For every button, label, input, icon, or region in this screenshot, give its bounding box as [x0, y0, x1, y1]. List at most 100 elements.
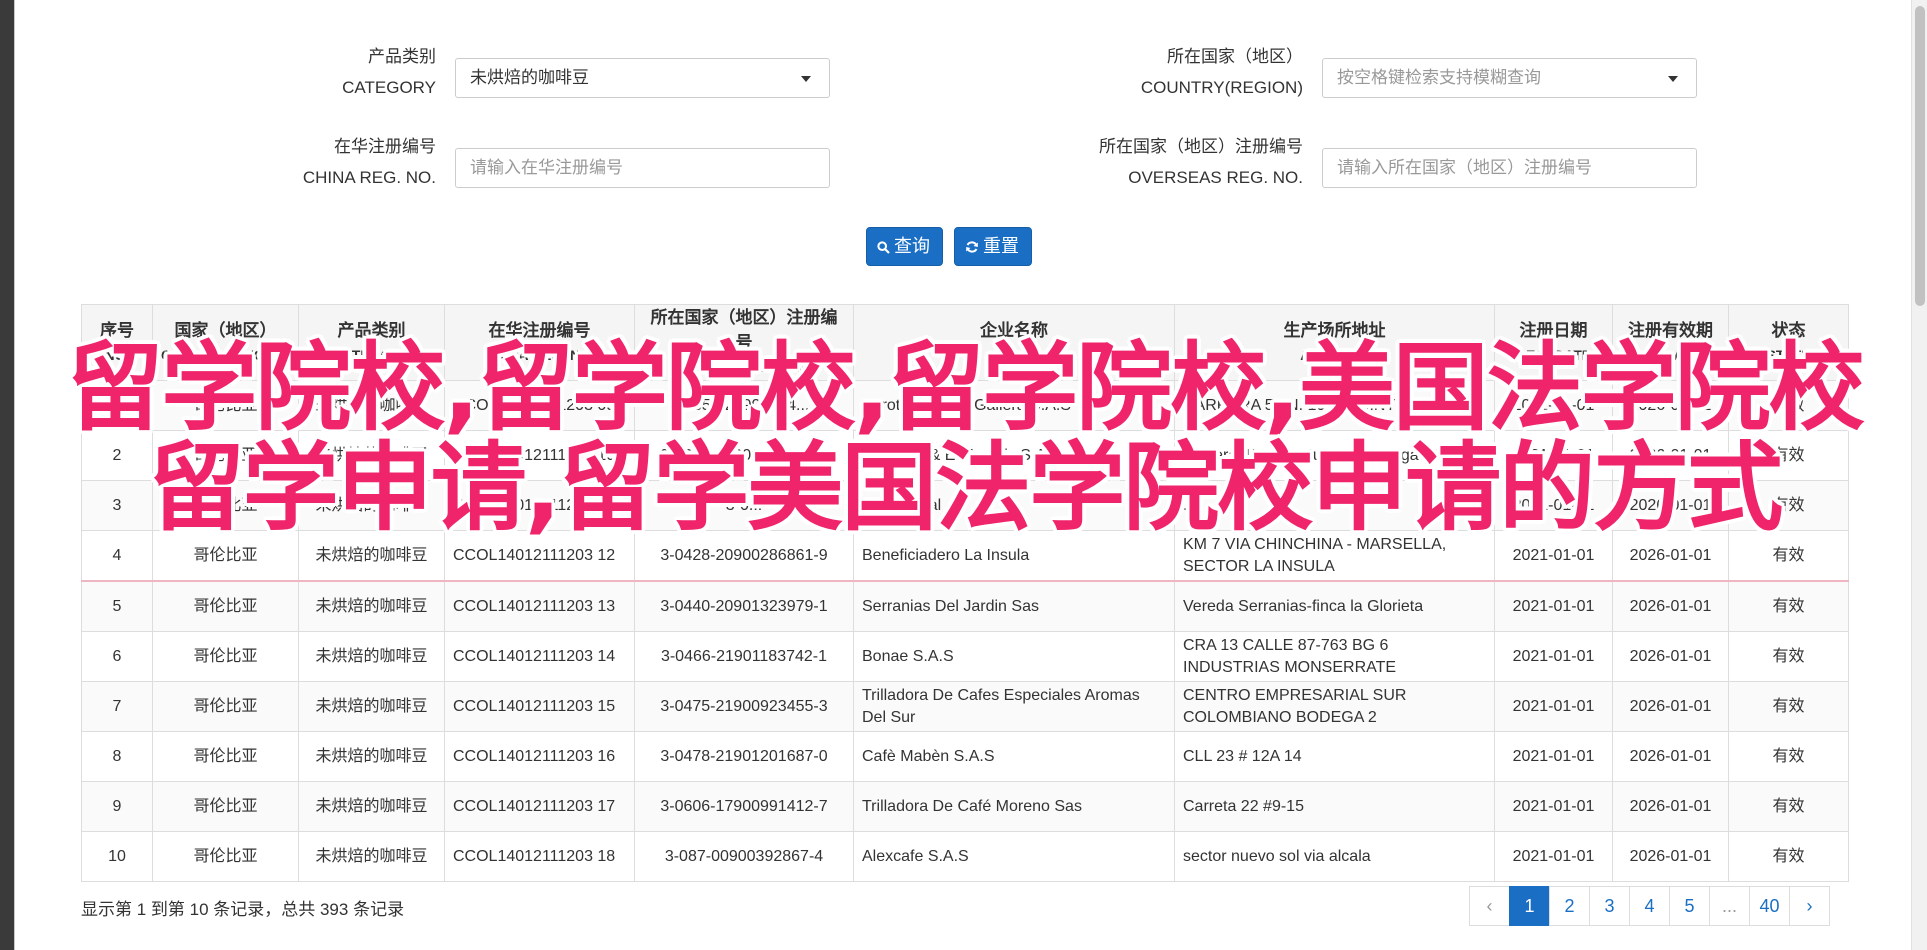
- next-page-button[interactable]: ›: [1789, 886, 1830, 926]
- category-select[interactable]: 未烘焙的咖啡豆: [455, 58, 830, 98]
- scrollbar-thumb[interactable]: [1915, 6, 1925, 306]
- table-row: 5 哥伦比亚 未烘焙的咖啡豆 CCOL14012111203 13 3-0440-209…: [81, 580, 1849, 632]
- cell-valid-date: 2026-01-01: [1612, 631, 1729, 682]
- overseas-reg-input[interactable]: [1322, 148, 1697, 188]
- cell-name: Agrotienda Las Gallera S.A.S: [853, 380, 1175, 431]
- cell-category: 未烘焙的咖啡豆: [298, 580, 445, 632]
- col-header-category: 产品类别 CATEGORY: [298, 304, 445, 381]
- cell-no: 1: [81, 380, 153, 431]
- cell-name: Cafè Mabèn S.A.S: [853, 731, 1175, 782]
- page-button-2[interactable]: 2: [1549, 886, 1590, 926]
- refresh-icon: [966, 241, 978, 253]
- cell-valid-date: 2026-01-01: [1612, 430, 1729, 481]
- table-row: 6 哥伦比亚 未烘焙的咖啡豆 CCOL14012111203 14 3-0466-219…: [81, 631, 1849, 682]
- china-reg-input[interactable]: [455, 148, 830, 188]
- col-header-china-reg: 在华注册编号 CHINA REG. NO.: [444, 304, 635, 381]
- cell-state: 有效: [1728, 631, 1849, 682]
- cell-country: 哥伦比亚: [152, 480, 299, 531]
- vertical-scrollbar[interactable]: [1911, 0, 1927, 950]
- cell-country: 哥伦比亚: [152, 530, 299, 582]
- cell-state: 有效: [1728, 380, 1849, 431]
- cell-overseas-reg: 3-0428-20900286861-9: [634, 530, 854, 582]
- category-select-value: 未烘焙的咖啡豆: [470, 68, 589, 87]
- reset-button-label: 重置: [983, 236, 1019, 256]
- page-ellipsis: ...: [1709, 886, 1750, 926]
- cell-state: 有效: [1728, 430, 1849, 481]
- cell-category: 未烘焙的咖啡豆: [298, 380, 445, 431]
- table-row: 8 哥伦比亚 未烘焙的咖啡豆 CCOL14012111203 16 3-0478-219…: [81, 731, 1849, 782]
- cell-reg-date: 2021-01-01: [1494, 631, 1613, 682]
- cell-country: 哥伦比亚: [152, 731, 299, 782]
- cell-valid-date: 2026-01-01: [1612, 580, 1729, 632]
- cell-address: CLL 23 # 12A 14: [1174, 731, 1495, 782]
- cell-no: 9: [81, 781, 153, 832]
- cell-country: 哥伦比亚: [152, 380, 299, 431]
- pagination: ‹ 1 2 3 4 5 ... 40 ›: [1469, 886, 1830, 926]
- cell-china-reg: CCOL14012111203 09: [444, 380, 635, 431]
- cell-overseas-reg: 3-087-00900392867-4: [634, 831, 854, 882]
- cell-name: Cafe Royal: [853, 480, 1175, 531]
- cell-state: 有效: [1728, 530, 1849, 582]
- cell-china-reg: CCOL14012111203 11: [444, 480, 635, 531]
- cell-country: 哥伦比亚: [152, 580, 299, 632]
- country-label: 所在国家（地区） COUNTRY(REGION): [1140, 47, 1303, 97]
- cell-no: 10: [81, 831, 153, 882]
- cell-valid-date: 2026-01-01: [1612, 530, 1729, 582]
- cell-state: 有效: [1728, 681, 1849, 732]
- cell-name: Serranias Del Jardin Sas: [853, 580, 1175, 632]
- cell-china-reg: CCOL14012111203 17: [444, 781, 635, 832]
- search-icon: [877, 241, 890, 254]
- query-button[interactable]: 查询: [866, 227, 943, 266]
- table-row: 9 哥伦比亚 未烘焙的咖啡豆 CCOL14012111203 17 3-0606-179…: [81, 781, 1849, 832]
- cell-category: 未烘焙的咖啡豆: [298, 530, 445, 582]
- page-button-4[interactable]: 4: [1629, 886, 1670, 926]
- cell-no: 7: [81, 681, 153, 732]
- col-header-valid-date: 注册有效期 REG. DATE ...: [1612, 304, 1729, 381]
- reset-button[interactable]: 重置: [954, 227, 1032, 266]
- cell-name: Alexcafe S.A.S: [853, 831, 1175, 882]
- cell-address: KM 7 VIA CHINCHINA - MARSELLA, SECTOR LA…: [1174, 530, 1495, 582]
- page-button-40[interactable]: 40: [1749, 886, 1790, 926]
- china-reg-label: 在华注册编号 CHINA REG. NO.: [302, 137, 436, 187]
- query-button-label: 查询: [894, 236, 930, 256]
- cell-address: sector nuevo sol via alcala: [1174, 831, 1495, 882]
- cell-name: Beneficiadero La Insula: [853, 530, 1175, 582]
- page-button-1[interactable]: 1: [1509, 886, 1550, 926]
- cell-state: 有效: [1728, 731, 1849, 782]
- cell-valid-date: 2026-01-01: [1612, 681, 1729, 732]
- cell-overseas-reg: 3-0440-20901323979-1: [634, 580, 854, 632]
- cell-no: 2: [81, 430, 153, 481]
- cell-china-reg: CCOL14012111203 16: [444, 731, 635, 782]
- page-button-3[interactable]: 3: [1589, 886, 1630, 926]
- page-button-5[interactable]: 5: [1669, 886, 1710, 926]
- table-header-row: 序号 NO. 国家（地区） COUNTRY(REGIO... 产品类别 CATEGOR…: [81, 304, 1849, 381]
- cell-no: 3: [81, 480, 153, 531]
- cell-address: CENTRO EMPRESARIAL SUR COLOMBIANO BODEGA…: [1174, 681, 1495, 732]
- cell-overseas-reg: 3-0351-20900484...1: [634, 380, 854, 431]
- cell-reg-date: 2021-01-01: [1494, 480, 1613, 531]
- cell-state: 有效: [1728, 580, 1849, 632]
- cell-reg-date: 2021-01-01: [1494, 731, 1613, 782]
- cell-reg-date: 2021-01-01: [1494, 681, 1613, 732]
- cell-category: 未烘焙的咖啡豆: [298, 430, 445, 481]
- cell-reg-date: 2021-01-01: [1494, 430, 1613, 481]
- cell-valid-date: 2026-01-01: [1612, 781, 1729, 832]
- cell-country: 哥伦比亚: [152, 781, 299, 832]
- cell-name: Bonbons & El Francis S.A.S: [853, 430, 1175, 481]
- cell-no: 5: [81, 580, 153, 632]
- prev-page-button[interactable]: ‹: [1469, 886, 1510, 926]
- country-select[interactable]: 按空格键检索支持模糊查询: [1322, 58, 1697, 98]
- cell-name: Trilladora De Café Moreno Sas: [853, 781, 1175, 832]
- table-row: 10 哥伦比亚 未烘焙的咖啡豆 CCOL14012111203 18 3-087-009…: [81, 831, 1849, 882]
- cell-reg-date: 2021-01-01: [1494, 580, 1613, 632]
- pagination-summary: 显示第 1 到第 10 条记录，总共 393 条记录: [81, 900, 405, 919]
- cell-no: 4: [81, 530, 153, 582]
- col-header-address: 生产场所地址 ADDRESS: [1174, 304, 1495, 381]
- cell-country: 哥伦比亚: [152, 681, 299, 732]
- cell-reg-date: 2021-01-01: [1494, 530, 1613, 582]
- cell-category: 未烘焙的咖啡豆: [298, 781, 445, 832]
- cell-china-reg: CCOL14012111203 10: [444, 430, 635, 481]
- category-label: 产品类别 CATEGORY: [342, 47, 436, 97]
- table-row: 3 哥伦比亚 未烘焙的咖啡豆 CCOL14012111203 11 3-0... Cafe…: [81, 480, 1849, 531]
- country-select-placeholder: 按空格键检索支持模糊查询: [1337, 68, 1541, 87]
